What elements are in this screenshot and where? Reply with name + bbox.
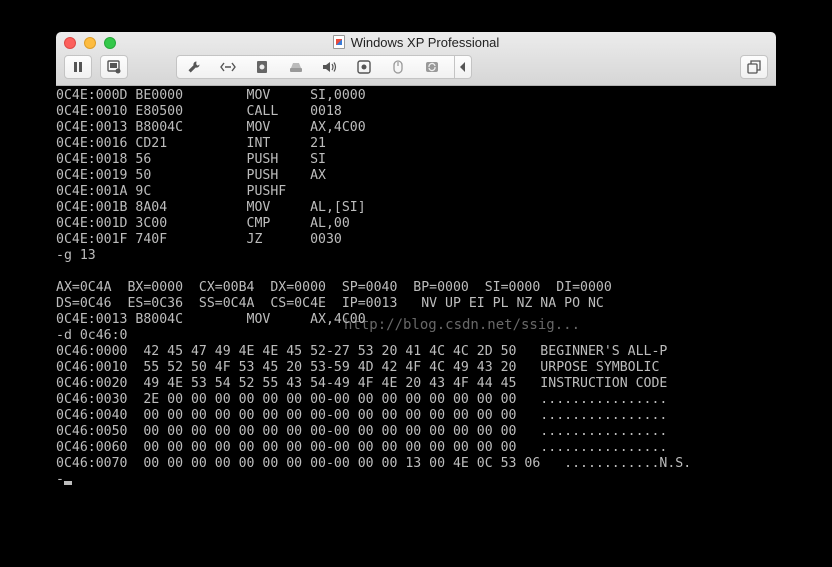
- sync-button[interactable]: [415, 56, 449, 78]
- drive-button[interactable]: [245, 56, 279, 78]
- console-line: 0C46:0060 00 00 00 00 00 00 00 00-00 00 …: [56, 440, 668, 455]
- console-line: 0C4E:001F 740F JZ 0030: [56, 232, 342, 247]
- fullscreen-icon: [747, 60, 761, 74]
- pause-button[interactable]: [64, 55, 92, 79]
- settings-button[interactable]: [177, 56, 211, 78]
- console-line: 0C46:0040 00 00 00 00 00 00 00 00-00 00 …: [56, 408, 668, 423]
- console-line: 0C4E:0018 56 PUSH SI: [56, 152, 326, 167]
- console-line: -g 13: [56, 248, 96, 263]
- text-cursor: [63, 481, 72, 485]
- console-line: 0C46:0010 55 52 50 4F 53 45 20 53-59 4D …: [56, 360, 660, 375]
- console-line: DS=0C46 ES=0C36 SS=0C4A CS=0C4E IP=0013 …: [56, 296, 604, 311]
- wrench-icon: [188, 61, 200, 73]
- fullscreen-button[interactable]: [740, 55, 768, 79]
- disk-icon: [290, 63, 302, 72]
- console-line: 0C4E:001D 3C00 CMP AL,00: [56, 216, 350, 231]
- console-line: 0C4E:001B 8A04 MOV AL,[SI]: [56, 200, 366, 215]
- disk-button[interactable]: [279, 56, 313, 78]
- console-line: 0C4E:0013 B8004C MOV AX,4C00: [56, 120, 366, 135]
- snapshot-icon: [107, 60, 121, 74]
- device-toolbar: [176, 55, 472, 79]
- console-line: 0C4E:0010 E80500 CALL 0018: [56, 104, 342, 119]
- console-line: 0C4E:0016 CD21 INT 21: [56, 136, 326, 151]
- console-line: -: [56, 472, 776, 488]
- snapshot-button[interactable]: [100, 55, 128, 79]
- sync-icon: [426, 62, 438, 72]
- pause-icon: [74, 62, 82, 72]
- console-line: 0C4E:001A 9C PUSHF: [56, 184, 287, 199]
- console-line: AX=0C4A BX=0000 CX=00B4 DX=0000 SP=0040 …: [56, 280, 612, 295]
- console-line: 0C4E:0019 50 PUSH AX: [56, 168, 326, 183]
- vm-window: Windows XP Professional 0C4E:000D BE0000…: [56, 32, 776, 567]
- network-button[interactable]: [211, 56, 245, 78]
- network-icon: [220, 62, 236, 72]
- mouse-button[interactable]: [381, 56, 415, 78]
- console-line: 0C46:0030 2E 00 00 00 00 00 00 00-00 00 …: [56, 392, 668, 407]
- camera-icon: [357, 60, 371, 74]
- sound-icon: [323, 62, 337, 72]
- chevron-left-icon: [460, 62, 465, 72]
- console-line: 0C46:0070 00 00 00 00 00 00 00 00-00 00 …: [56, 456, 692, 471]
- console-line: 0C46:0000 42 45 47 49 4E 4E 45 52-27 53 …: [56, 344, 668, 359]
- console-line: 0C46:0020 49 4E 53 54 52 55 43 54-49 4F …: [56, 376, 668, 391]
- vm-icon: [332, 35, 345, 49]
- console-line: -d 0c46:0: [56, 328, 128, 343]
- dos-console[interactable]: 0C4E:000D BE0000 MOV SI,0000 0C4E:0010 E8…: [56, 87, 776, 567]
- window-title: Windows XP Professional: [350, 35, 500, 50]
- sound-button[interactable]: [313, 56, 347, 78]
- drive-icon: [257, 61, 267, 73]
- console-line: 0C4E:0013 B8004C MOV AX,4C00: [56, 312, 366, 327]
- mouse-icon: [393, 60, 403, 74]
- console-line: 0C4E:000D BE0000 MOV SI,0000: [56, 88, 366, 103]
- camera-button[interactable]: [347, 56, 381, 78]
- console-line: 0C46:0050 00 00 00 00 00 00 00 00-00 00 …: [56, 424, 668, 439]
- title-bar[interactable]: Windows XP Professional: [56, 32, 776, 86]
- toolbar-more-button[interactable]: [454, 56, 471, 78]
- window-title-container: Windows XP Professional: [56, 35, 776, 50]
